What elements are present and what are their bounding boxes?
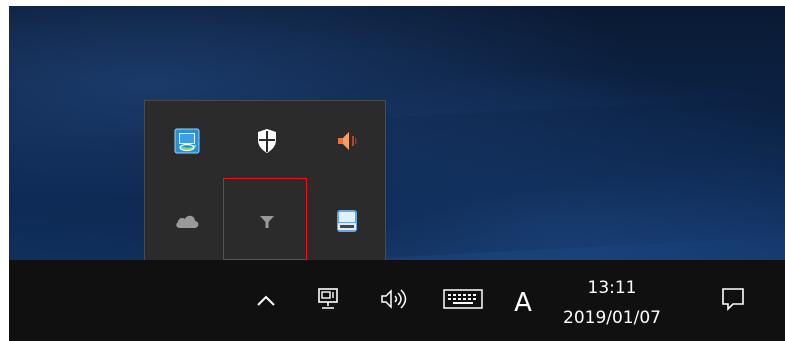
tray-item-removable-drive[interactable] bbox=[307, 181, 387, 261]
ime-mode-label: A bbox=[514, 287, 532, 318]
volume-button[interactable] bbox=[371, 260, 415, 341]
tray-item-filter[interactable] bbox=[227, 181, 307, 261]
network-wired-icon bbox=[316, 287, 342, 315]
desktop-wallpaper bbox=[9, 6, 785, 260]
intel-graphics-icon bbox=[174, 128, 200, 154]
filter-funnel-icon bbox=[258, 212, 276, 230]
notification-icon bbox=[721, 287, 745, 315]
show-hidden-icons-button[interactable] bbox=[249, 260, 283, 341]
onedrive-cloud-icon bbox=[173, 212, 201, 230]
touch-keyboard-button[interactable] bbox=[434, 260, 492, 341]
tray-item-windows-security[interactable] bbox=[227, 101, 307, 181]
volume-icon bbox=[379, 288, 407, 314]
keyboard-icon bbox=[443, 288, 483, 313]
action-center-button[interactable] bbox=[709, 260, 757, 341]
tray-item-onedrive[interactable] bbox=[147, 181, 227, 261]
tray-overflow-popup bbox=[144, 100, 386, 260]
input-method-indicator[interactable]: A bbox=[505, 260, 541, 341]
clock-time: 13:11 bbox=[587, 277, 637, 298]
windows-security-shield-icon bbox=[256, 128, 278, 154]
clock-button[interactable]: 13:11 2019/01/07 bbox=[553, 260, 671, 341]
taskbar: A 13:11 2019/01/07 bbox=[9, 260, 785, 341]
chevron-up-icon bbox=[256, 291, 276, 310]
clock-date: 2019/01/07 bbox=[563, 307, 661, 328]
tray-item-intel-graphics[interactable] bbox=[147, 101, 227, 181]
speaker-icon bbox=[334, 129, 360, 153]
tray-item-speaker[interactable] bbox=[307, 101, 387, 181]
network-button[interactable] bbox=[307, 260, 351, 341]
removable-drive-icon bbox=[335, 208, 359, 234]
